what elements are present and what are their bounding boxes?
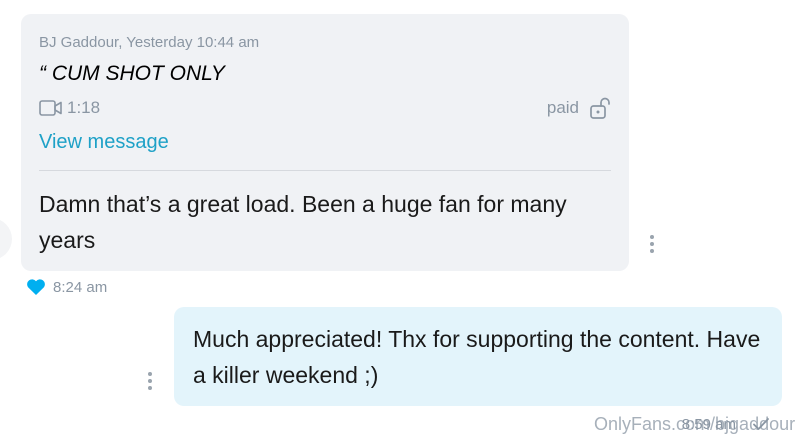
outgoing-message-bubble: Much appreciated! Thx for supporting the… bbox=[174, 307, 782, 406]
quoted-message-title: “ CUM SHOT ONLY bbox=[39, 62, 225, 85]
avatar[interactable] bbox=[0, 218, 12, 260]
outgoing-message-text: Much appreciated! Thx for supporting the… bbox=[193, 326, 761, 388]
quoted-message[interactable]: BJ Gaddour, Yesterday 10:44 am “ CUM SHO… bbox=[39, 14, 611, 171]
quoted-message-header: BJ Gaddour, Yesterday 10:44 am bbox=[39, 34, 260, 51]
video-duration: 1:18 bbox=[67, 98, 101, 117]
incoming-message-text: Damn that’s a great load. Been a huge fa… bbox=[39, 191, 567, 253]
paid-label: paid bbox=[546, 98, 579, 117]
heart-icon[interactable] bbox=[26, 278, 46, 296]
unlock-icon bbox=[590, 97, 610, 119]
view-message-link[interactable]: View message bbox=[39, 131, 169, 154]
check-icon bbox=[753, 418, 769, 430]
outgoing-message-time: 8:59 am bbox=[681, 416, 736, 433]
more-options-icon[interactable] bbox=[143, 370, 157, 392]
chat-thread: BJ Gaddour, Yesterday 10:44 am “ CUM SHO… bbox=[0, 0, 800, 445]
video-icon bbox=[39, 100, 62, 116]
incoming-message-bubble: BJ Gaddour, Yesterday 10:44 am “ CUM SHO… bbox=[21, 14, 629, 271]
more-options-icon[interactable] bbox=[645, 233, 659, 255]
incoming-message-time: 8:24 am bbox=[53, 279, 108, 296]
media-info-row: 1:18 paid bbox=[39, 96, 611, 120]
